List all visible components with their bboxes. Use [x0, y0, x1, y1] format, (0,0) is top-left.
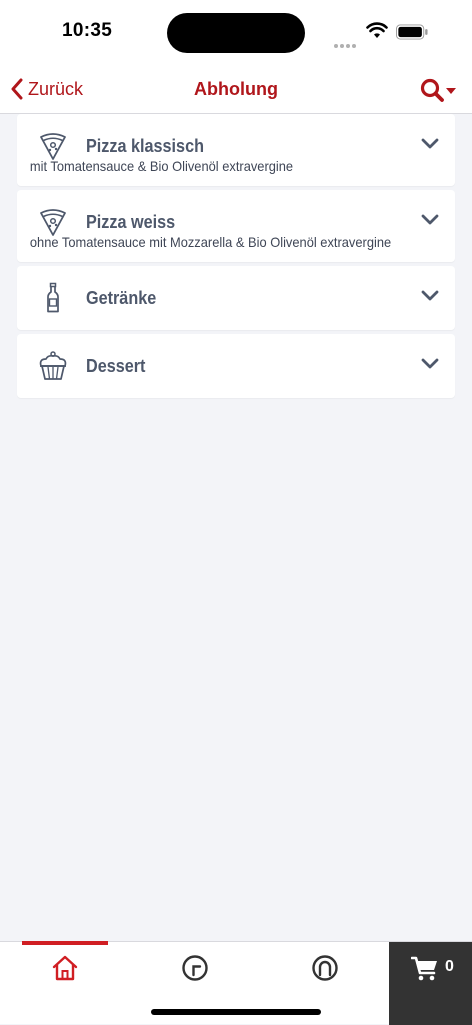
chevron-down-icon: [421, 290, 439, 301]
category-name: Pizza weiss: [86, 212, 176, 232]
caret-down-icon: [446, 88, 456, 94]
category-name: Dessert: [86, 356, 146, 376]
cellular-signal-icon: [334, 35, 358, 53]
page-title: Abholung: [194, 79, 278, 99]
search-icon: [420, 78, 444, 102]
home-indicator: [151, 1009, 321, 1015]
cart-button[interactable]: 0: [389, 942, 472, 1025]
category-pizza-weiss[interactable]: Pizza weiss ohne Tomatensauce mit Mozzar…: [17, 190, 455, 262]
chevron-down-icon: [421, 214, 439, 225]
navigation-bar: Zurück Abholung: [0, 66, 472, 114]
category-description: ohne Tomatensauce mit Mozzarella & Bio O…: [29, 234, 392, 250]
wifi-icon: [366, 22, 388, 38]
category-pizza-klassisch[interactable]: Pizza klassisch mit Tomatensauce & Bio O…: [17, 114, 455, 186]
category-dessert[interactable]: Dessert: [17, 334, 455, 398]
category-name: Getränke: [86, 288, 157, 308]
cupcake-icon: [39, 351, 67, 380]
category-list: Pizza klassisch mit Tomatensauce & Bio O…: [17, 114, 455, 402]
bottle-icon: [47, 282, 59, 313]
search-button[interactable]: [420, 78, 456, 104]
battery-icon: [396, 24, 428, 40]
status-time: 10:35: [62, 20, 113, 41]
user-circle-icon: [312, 955, 338, 981]
status-bar: 10:35: [0, 0, 472, 66]
cart-icon: [411, 956, 437, 981]
home-icon: [52, 955, 78, 981]
chevron-down-icon: [421, 358, 439, 369]
category-description: mit Tomatensauce & Bio Olivenöl extraver…: [29, 158, 294, 174]
clock-icon: [182, 955, 208, 981]
tab-active-indicator: [22, 941, 108, 945]
dynamic-island: [167, 13, 305, 53]
category-getraenke[interactable]: Getränke: [17, 266, 455, 330]
category-name: Pizza klassisch: [86, 136, 204, 156]
cart-count-badge: 0: [445, 958, 454, 975]
tab-home[interactable]: [22, 941, 108, 1025]
chevron-down-icon: [421, 138, 439, 149]
